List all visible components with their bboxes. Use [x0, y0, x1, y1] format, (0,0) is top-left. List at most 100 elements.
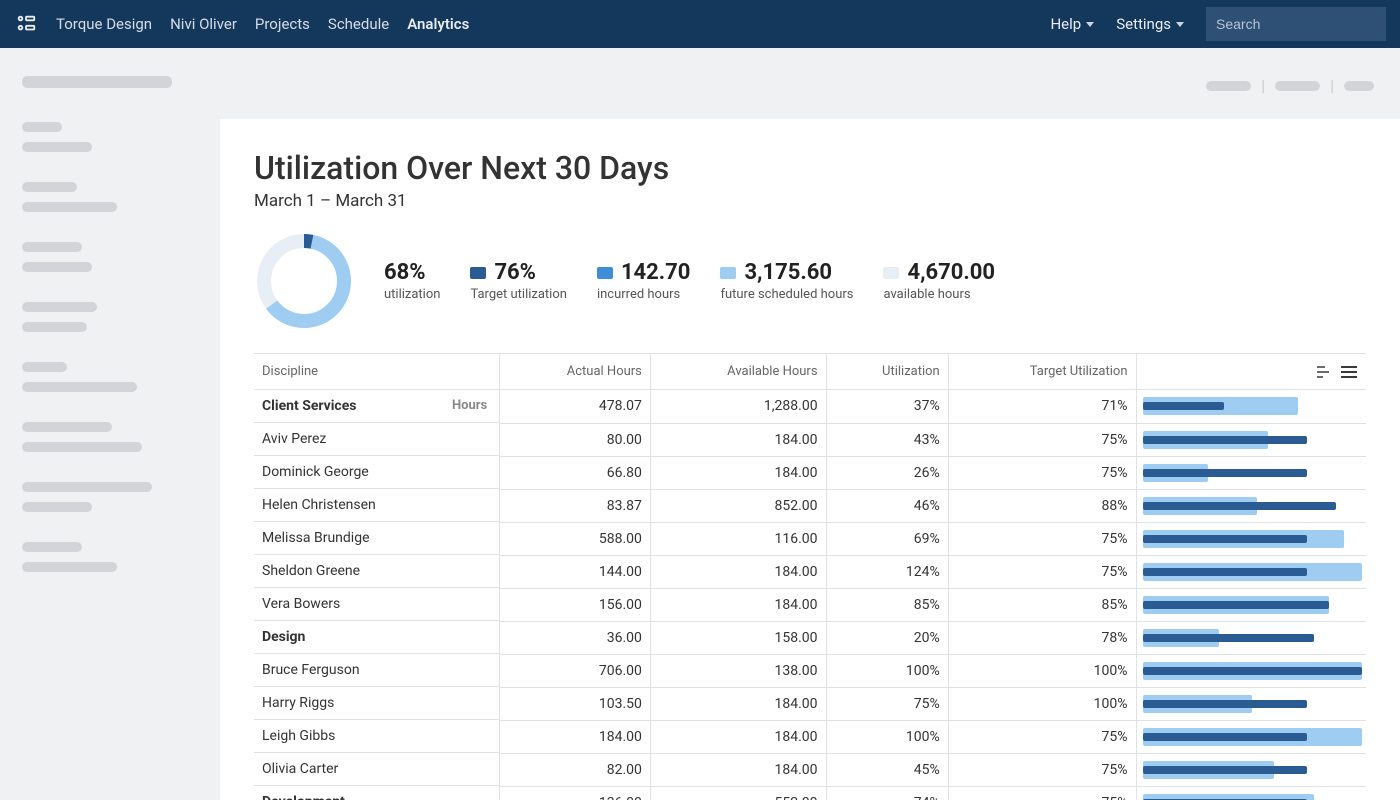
stat-label: future scheduled hours [720, 287, 853, 302]
swatch-icon [597, 267, 613, 279]
util-bar [1143, 530, 1363, 548]
sidebar-skeleton [22, 482, 152, 492]
table-row[interactable]: Sheldon Greene144.00184.00124%75% [254, 555, 1366, 588]
table-row[interactable]: Harry Riggs103.50184.0075%100% [254, 687, 1366, 720]
th-available[interactable]: Available Hours [650, 354, 826, 390]
cell-target: 75% [948, 720, 1136, 753]
sidebar-skeleton [22, 502, 92, 512]
cell-name: Melissa Brundige [254, 522, 499, 555]
main-area: | | Utilization Over Next 30 Days March … [220, 48, 1400, 800]
row-name: Client Services [262, 398, 356, 414]
cell-available: 1,288.00 [650, 390, 826, 424]
table-row[interactable]: Bruce Ferguson706.00138.00100%100% [254, 654, 1366, 687]
chevron-down-icon [1176, 22, 1184, 27]
topbar-right: Help Settings [1050, 7, 1386, 41]
row-name: Melissa Brundige [262, 530, 370, 546]
cell-util: 45% [826, 753, 948, 786]
cell-name: Design [254, 621, 499, 654]
cell-bar [1136, 753, 1366, 786]
nav-projects[interactable]: Projects [255, 15, 310, 33]
util-bar [1143, 596, 1363, 614]
brand-icon[interactable] [14, 12, 38, 36]
nav-schedule[interactable]: Schedule [328, 15, 389, 33]
settings-menu[interactable]: Settings [1116, 15, 1184, 33]
th-utilization[interactable]: Utilization [826, 354, 948, 390]
breadcrumb-skeleton [1206, 81, 1251, 91]
breadcrumb-skeleton [1275, 81, 1320, 91]
nav-analytics[interactable]: Analytics [407, 15, 469, 33]
th-discipline[interactable]: Discipline [254, 354, 500, 390]
cell-name: Bruce Ferguson [254, 654, 499, 687]
breadcrumb: | | [220, 76, 1400, 119]
help-menu[interactable]: Help [1050, 15, 1094, 33]
cell-available: 184.00 [650, 555, 826, 588]
search-box[interactable] [1206, 7, 1386, 41]
th-views [1136, 354, 1366, 390]
cell-util: 100% [826, 654, 948, 687]
page-subtitle: March 1 – March 31 [254, 191, 1366, 211]
cell-util: 26% [826, 456, 948, 489]
sidebar-skeleton [22, 542, 82, 552]
cell-actual: 136.00 [500, 786, 651, 800]
row-name: Olivia Carter [262, 761, 338, 777]
table-row[interactable]: Olivia Carter82.00184.0045%75% [254, 753, 1366, 786]
sidebar-skeleton [22, 76, 172, 88]
cell-name: Helen Christensen [254, 489, 499, 522]
cell-bar [1136, 687, 1366, 720]
cell-util: 69% [826, 522, 948, 555]
view-compact-icon[interactable] [1316, 365, 1334, 379]
cell-util: 37% [826, 390, 948, 424]
cell-util: 43% [826, 423, 948, 456]
cell-name: Leigh Gibbs [254, 720, 499, 753]
table-row[interactable]: Development136.00552.0074%75% [254, 786, 1366, 800]
th-target[interactable]: Target Utilization [948, 354, 1136, 390]
page-title: Utilization Over Next 30 Days [254, 149, 1366, 187]
swatch-icon [720, 267, 736, 279]
th-actual[interactable]: Actual Hours [500, 354, 651, 390]
row-name: Dominick George [262, 464, 369, 480]
swatch-icon [883, 267, 899, 279]
cell-available: 852.00 [650, 489, 826, 522]
sidebar-skeleton [22, 182, 77, 192]
utilization-table: Discipline Actual Hours Available Hours … [254, 353, 1366, 800]
search-input[interactable] [1216, 16, 1376, 32]
cell-actual: 706.00 [500, 654, 651, 687]
cell-target: 75% [948, 786, 1136, 800]
utilization-donut [254, 231, 354, 331]
cell-util: 75% [826, 687, 948, 720]
stat-value: 3,175.60 [744, 260, 832, 285]
table-row[interactable]: Helen Christensen83.87852.0046%88% [254, 489, 1366, 522]
view-list-icon[interactable] [1340, 365, 1358, 379]
cell-actual: 36.00 [500, 621, 651, 654]
cell-bar [1136, 555, 1366, 588]
cell-available: 184.00 [650, 423, 826, 456]
sidebar-skeleton [22, 142, 92, 152]
row-name: Helen Christensen [262, 497, 376, 513]
table-row[interactable]: Dominick George66.80184.0026%75% [254, 456, 1366, 489]
cell-target: 85% [948, 588, 1136, 621]
stat-label: incurred hours [597, 287, 691, 302]
table-row[interactable]: Melissa Brundige588.00116.0069%75% [254, 522, 1366, 555]
table-row[interactable]: Aviv Perez80.00184.0043%75% [254, 423, 1366, 456]
util-bar [1143, 563, 1363, 581]
stat-value: 76% [494, 260, 536, 285]
cell-target: 75% [948, 423, 1136, 456]
nav-user[interactable]: Nivi Oliver [170, 15, 237, 33]
row-name: Development [262, 794, 345, 800]
table-row[interactable]: Vera Bowers156.00184.0085%85% [254, 588, 1366, 621]
util-bar [1143, 728, 1363, 746]
cell-target: 100% [948, 687, 1136, 720]
cell-bar [1136, 390, 1366, 424]
util-bar [1143, 431, 1363, 449]
sidebar-skeleton [22, 262, 92, 272]
cell-target: 75% [948, 753, 1136, 786]
table-row[interactable]: Design36.00158.0020%78% [254, 621, 1366, 654]
nav-brand[interactable]: Torque Design [56, 15, 152, 33]
cell-available: 184.00 [650, 687, 826, 720]
cell-target: 88% [948, 489, 1136, 522]
table-row[interactable]: Client ServicesHours478.071,288.0037%71% [254, 390, 1366, 424]
cell-name: Client ServicesHours [254, 390, 499, 423]
sidebar-skeleton [22, 202, 117, 212]
table-row[interactable]: Leigh Gibbs184.00184.00100%75% [254, 720, 1366, 753]
stat-utilization: 68% utilization [384, 260, 440, 302]
